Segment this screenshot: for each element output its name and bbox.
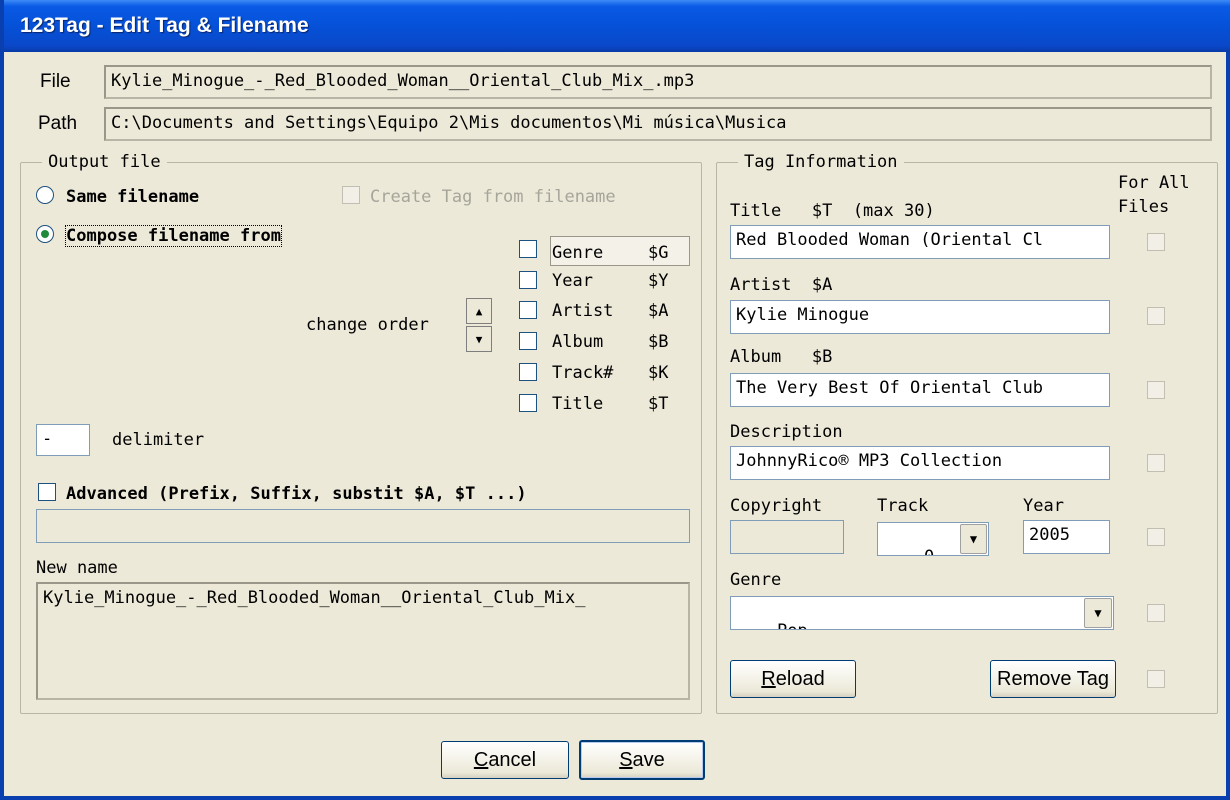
remove-tag-label: Remove Tag: [997, 667, 1109, 690]
artist-label: Artist $A: [730, 275, 833, 295]
track-label: Track: [877, 496, 929, 516]
field-year-checkbox[interactable]: [519, 271, 537, 289]
triangle-down-icon: ▼: [475, 332, 483, 346]
copyright-input: [730, 520, 844, 554]
change-order-label: change order: [306, 315, 429, 335]
path-field[interactable]: C:\Documents and Settings\Equipo 2\Mis d…: [104, 107, 1212, 141]
window-title: 123Tag - Edit Tag & Filename: [20, 14, 309, 37]
genre-select[interactable]: Pop: [730, 596, 1114, 630]
title-bar[interactable]: 123Tag - Edit Tag & Filename: [4, 0, 1230, 52]
field-artist-code: $A: [648, 301, 669, 321]
move-up-button[interactable]: ▲: [466, 298, 492, 324]
field-album-checkbox[interactable]: [519, 332, 537, 350]
compose-filename-label: Compose filename from: [65, 225, 282, 247]
file-field[interactable]: Kylie_Minogue_-_Red_Blooded_Woman__Orien…: [104, 65, 1212, 99]
field-year-name: Year: [552, 271, 593, 291]
same-filename-label: Same filename: [66, 187, 200, 207]
year-for-all-checkbox[interactable]: [1147, 528, 1165, 546]
same-filename-radio[interactable]: [36, 186, 54, 204]
field-genre-checkbox[interactable]: [519, 240, 537, 258]
album-label: Album $B: [730, 347, 833, 367]
field-artist-checkbox[interactable]: [519, 301, 537, 319]
field-track-name: Track#: [552, 363, 614, 383]
advanced-checkbox[interactable]: [38, 483, 56, 501]
reload-button[interactable]: Reload: [730, 660, 856, 698]
genre-for-all-checkbox[interactable]: [1147, 604, 1165, 622]
year-label: Year: [1023, 496, 1064, 516]
dialog-window: 123Tag - Edit Tag & Filename File Kylie_…: [0, 0, 1230, 800]
field-track-code: $K: [648, 363, 669, 383]
remove-tag-for-all-checkbox[interactable]: [1147, 670, 1165, 688]
create-tag-checkbox: [342, 186, 360, 204]
album-for-all-checkbox[interactable]: [1147, 381, 1165, 399]
field-title-code: $T: [648, 394, 669, 414]
save-accel: S: [619, 748, 633, 771]
chevron-down-icon: ▼: [969, 532, 978, 546]
title-label: Title $T (max 30): [730, 201, 935, 221]
cancel-label: ancel: [488, 748, 537, 771]
save-button[interactable]: Save: [579, 740, 705, 780]
path-label: Path: [38, 113, 78, 134]
for-all-label-line2: Files: [1118, 197, 1170, 217]
output-file-legend: Output file: [42, 152, 167, 172]
move-down-button[interactable]: ▼: [466, 326, 492, 352]
compose-filename-radio[interactable]: [36, 225, 54, 243]
artist-input[interactable]: Kylie Minogue: [730, 300, 1110, 334]
chevron-down-icon: ▼: [1094, 606, 1102, 620]
advanced-input: [36, 509, 690, 543]
advanced-label: Advanced (Prefix, Suffix, substit $A, $T…: [66, 484, 527, 504]
field-artist-name: Artist: [552, 301, 614, 321]
description-for-all-checkbox[interactable]: [1147, 454, 1165, 472]
track-value: 0: [924, 547, 934, 555]
delimiter-input[interactable]: -: [36, 424, 90, 456]
create-tag-label: Create Tag from filename: [370, 187, 616, 207]
cancel-button[interactable]: Cancel: [441, 741, 569, 779]
for-all-label-line1: For All: [1118, 173, 1190, 193]
remove-tag-button[interactable]: Remove Tag: [990, 660, 1116, 698]
field-genre-name: Genre: [552, 243, 604, 263]
title-for-all-checkbox[interactable]: [1147, 233, 1165, 251]
copyright-label: Copyright: [730, 496, 823, 516]
genre-dropdown-button[interactable]: ▼: [1084, 598, 1112, 628]
field-track-checkbox[interactable]: [519, 363, 537, 381]
reload-accel: R: [761, 667, 776, 690]
album-input[interactable]: The Very Best Of Oriental Club: [730, 373, 1110, 407]
title-input[interactable]: Red Blooded Woman (Oriental Cl: [730, 225, 1110, 259]
file-label: File: [40, 71, 71, 92]
year-input[interactable]: 2005: [1023, 520, 1110, 554]
description-input[interactable]: JohnnyRico® MP3 Collection: [730, 446, 1110, 480]
triangle-up-icon: ▲: [475, 304, 483, 318]
track-dropdown-button[interactable]: ▼: [960, 524, 987, 554]
cancel-accel: C: [473, 748, 489, 771]
tag-information-legend: Tag Information: [738, 152, 904, 172]
genre-label: Genre: [730, 570, 782, 590]
field-album-name: Album: [552, 332, 604, 352]
field-year-code: $Y: [648, 271, 669, 291]
artist-for-all-checkbox[interactable]: [1147, 307, 1165, 325]
delimiter-label: delimiter: [112, 430, 205, 450]
new-name-field[interactable]: Kylie_Minogue_-_Red_Blooded_Woman__Orien…: [36, 582, 690, 700]
genre-value: Pop: [777, 621, 808, 629]
new-name-label: New name: [36, 558, 118, 578]
description-label: Description: [730, 422, 843, 442]
field-album-code: $B: [648, 332, 669, 352]
reload-label: eload: [775, 667, 825, 690]
field-genre-code: $G: [648, 243, 669, 263]
field-title-name: Title: [552, 394, 604, 414]
field-title-checkbox[interactable]: [519, 394, 537, 412]
save-label: ave: [632, 748, 665, 771]
